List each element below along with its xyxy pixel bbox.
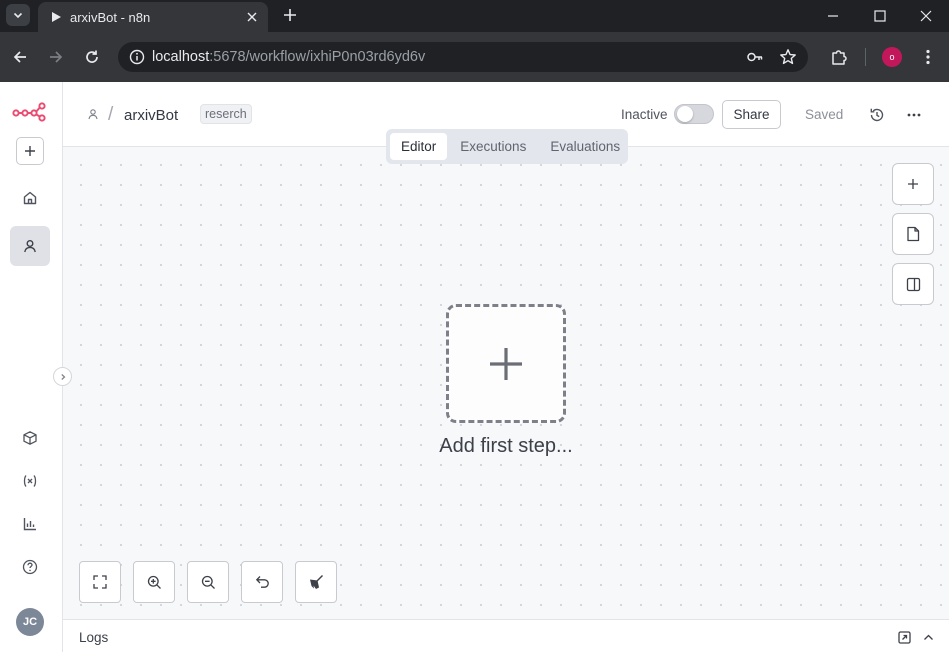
chevron-right-icon	[60, 373, 65, 380]
main-sidebar: JC	[0, 82, 63, 652]
sidebar-collapse-button[interactable]	[53, 367, 72, 386]
fit-screen-icon	[93, 575, 107, 589]
sidebar-item-insights[interactable]	[10, 504, 50, 544]
plus-icon	[284, 9, 296, 21]
sidebar-item-help[interactable]	[10, 547, 50, 587]
zoom-out-icon	[201, 575, 215, 589]
sidebar-item-variables[interactable]	[10, 461, 50, 501]
open-nodes-panel-button[interactable]	[892, 163, 934, 205]
chart-icon	[23, 518, 36, 531]
tab-executions[interactable]: Executions	[449, 133, 537, 160]
browser-toolbar: localhost:5678/workflow/ixhiP0n03rd6yd6v…	[0, 32, 949, 82]
workflow-header: / arxivBot reserch Inactive Share Saved …	[63, 82, 949, 164]
plus-icon	[25, 146, 35, 156]
workflow-name[interactable]: arxivBot	[124, 107, 178, 124]
external-window-icon	[897, 630, 911, 644]
reset-zoom-button[interactable]	[241, 561, 283, 603]
breadcrumb-separator: /	[108, 104, 114, 125]
help-circle-icon	[22, 559, 38, 575]
view-tabs: Editor Executions Evaluations	[386, 129, 628, 164]
workflow-menu-button[interactable]	[903, 104, 925, 126]
tab-title: arxivBot - n8n	[70, 9, 151, 25]
history-icon	[870, 108, 884, 122]
tab-search-button[interactable]	[6, 4, 30, 26]
sidebar-item-templates[interactable]	[10, 418, 50, 458]
add-first-step-button[interactable]	[446, 304, 566, 423]
workflow-tag[interactable]: reserch	[200, 104, 252, 124]
back-button[interactable]	[8, 45, 32, 69]
sidebar-item-home[interactable]	[10, 178, 50, 218]
home-icon	[23, 191, 37, 205]
toolbar-divider	[865, 48, 866, 66]
arrow-right-icon	[50, 51, 63, 63]
add-first-step-label: Add first step...	[439, 435, 573, 457]
share-button[interactable]: Share	[722, 100, 781, 129]
more-vertical-icon	[926, 49, 930, 65]
close-window-button[interactable]	[903, 0, 949, 32]
zoom-in-button[interactable]	[133, 561, 175, 603]
maximize-button[interactable]	[857, 0, 903, 32]
box-icon	[23, 431, 37, 445]
workflow-history-button[interactable]	[866, 104, 888, 126]
n8n-logo-icon[interactable]	[12, 102, 46, 122]
more-horizontal-icon	[907, 113, 921, 117]
sticky-note-icon	[907, 226, 920, 242]
broom-icon	[310, 575, 323, 589]
chevron-up-icon	[923, 634, 933, 640]
tidy-up-button[interactable]	[295, 561, 337, 603]
expand-logs-button[interactable]	[920, 629, 936, 645]
activation-toggle[interactable]	[674, 104, 714, 124]
n8n-app: JC / arxivBot reserch Inactive Share Sav…	[0, 82, 949, 652]
variables-icon	[23, 475, 37, 487]
user-avatar[interactable]: JC	[16, 608, 44, 636]
activation-status-label: Inactive	[621, 107, 668, 122]
bookmark-star-icon[interactable]	[778, 47, 798, 67]
add-sticky-note-button[interactable]	[892, 213, 934, 255]
extensions-puzzle-icon[interactable]	[827, 45, 851, 69]
plus-icon	[908, 179, 918, 189]
url-text: localhost:5678/workflow/ixhiP0n03rd6yd6v	[152, 49, 426, 65]
browser-menu-button[interactable]	[916, 45, 940, 69]
forward-button[interactable]	[44, 45, 68, 69]
pop-out-logs-button[interactable]	[896, 629, 912, 645]
toggle-knob	[677, 106, 693, 122]
maximize-icon	[874, 10, 886, 22]
close-icon	[247, 12, 257, 22]
address-bar[interactable]: localhost:5678/workflow/ixhiP0n03rd6yd6v	[118, 42, 808, 72]
logs-panel[interactable]: Logs	[63, 619, 949, 652]
undo-icon	[255, 576, 269, 588]
browser-tab-bar: arxivBot - n8n	[0, 0, 949, 32]
logs-label: Logs	[79, 630, 109, 645]
saved-status: Saved	[805, 107, 844, 122]
panel-icon	[906, 277, 920, 291]
close-tab-button[interactable]	[242, 7, 262, 27]
create-button[interactable]	[16, 137, 44, 165]
toggle-side-panel-button[interactable]	[892, 263, 934, 305]
workflow-canvas[interactable]: Add first step...	[63, 147, 949, 619]
user-icon	[24, 240, 36, 253]
chevron-down-icon	[13, 12, 23, 19]
sidebar-item-personal[interactable]	[10, 226, 50, 266]
password-key-icon[interactable]	[745, 47, 765, 67]
browser-tab[interactable]: arxivBot - n8n	[38, 2, 268, 32]
tab-evaluations[interactable]: Evaluations	[539, 133, 631, 160]
profile-avatar[interactable]: o	[882, 47, 902, 67]
minimize-button[interactable]	[810, 0, 856, 32]
close-icon	[920, 10, 932, 22]
user-icon[interactable]	[85, 106, 101, 122]
zoom-out-button[interactable]	[187, 561, 229, 603]
minimize-icon	[828, 15, 838, 17]
reload-button[interactable]	[80, 45, 104, 69]
reload-icon	[86, 50, 98, 63]
site-info-icon[interactable]	[122, 49, 152, 65]
zoom-to-fit-button[interactable]	[79, 561, 121, 603]
arrow-left-icon	[13, 51, 26, 63]
tab-editor[interactable]: Editor	[390, 133, 448, 160]
new-tab-button[interactable]	[280, 5, 300, 25]
play-icon	[48, 9, 64, 25]
zoom-in-icon	[147, 575, 161, 589]
plus-icon	[490, 347, 522, 380]
